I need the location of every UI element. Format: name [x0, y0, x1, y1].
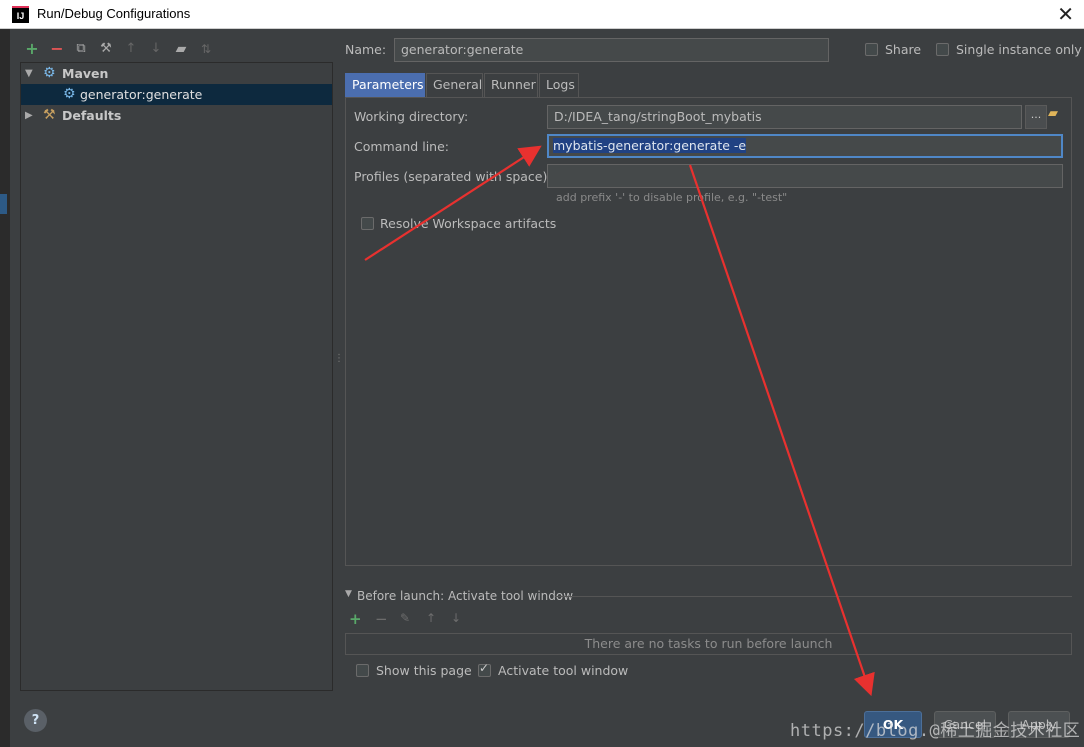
annotation-arrows — [364, 145, 875, 697]
annotation-arrow-to-ok-button — [688, 164, 875, 697]
annotation-arrow-to-command-line — [364, 145, 542, 261]
